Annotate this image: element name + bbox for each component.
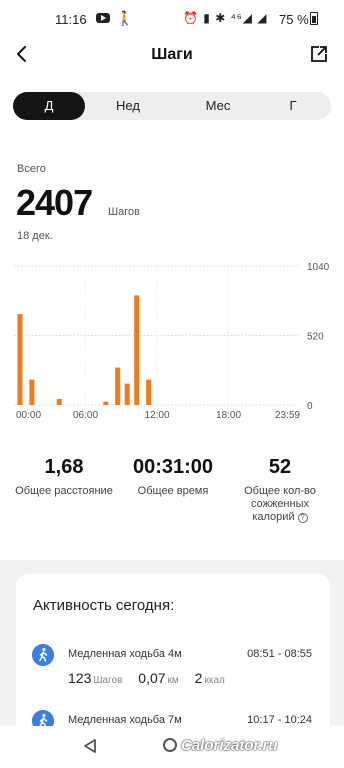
stat-calories-value: 52: [268, 456, 292, 478]
stat-calories-label-line3: калорий: [252, 511, 295, 523]
battery-icon: [310, 12, 318, 25]
stat-calories-label: Общее кол-во сожженных калорий ?: [232, 485, 328, 524]
stat-distance-label: Общее расстояние: [15, 485, 113, 497]
activity-name: Медленная ходьба 4м: [68, 648, 182, 660]
stat-calories: 52 Общее кол-во сожженных калорий ?: [232, 456, 328, 524]
tab-year[interactable]: Г: [278, 92, 308, 120]
stats-row: 1,68 Общее расстояние 00:31:00 Общее вре…: [0, 456, 344, 536]
status-time: 11:16: [55, 12, 87, 27]
x-tick-label: 00:00: [16, 410, 41, 421]
activity-metrics: 123 Шагов 0,07 км 2 ккал: [68, 670, 237, 686]
tab-week[interactable]: Нед: [103, 92, 153, 120]
walking-icon: 🚶: [116, 10, 134, 26]
nav-back-icon[interactable]: [82, 738, 98, 754]
page-title: Шаги: [151, 46, 193, 63]
steps-chart: 1040 520 0 00:00 06:00 12:00 18:00 23:59: [14, 262, 330, 421]
stat-time-label: Общее время: [137, 485, 209, 497]
activity-time-range: 08:51 - 08:55: [247, 648, 312, 660]
summary-date: 18 дек.: [17, 230, 53, 242]
system-nav-bar: Calorizator.ru: [0, 726, 344, 768]
youtube-icon: [96, 13, 110, 23]
x-tick-label: 12:00: [144, 410, 169, 421]
nav-home-icon[interactable]: [163, 738, 177, 752]
tab-month[interactable]: Мес: [193, 92, 243, 120]
activity-distance-unit: км: [167, 675, 179, 686]
y-tick-label: 520: [307, 332, 324, 343]
period-tabs: Д Нед Мес Г: [13, 92, 331, 120]
chart-bar[interactable]: [29, 379, 35, 405]
total-steps: 2407: [16, 182, 93, 223]
stat-distance: 1,68 Общее расстояние: [8, 456, 120, 498]
x-tick-label: 18:00: [216, 410, 241, 421]
chart-bar[interactable]: [146, 379, 152, 405]
activity-item[interactable]: Медленная ходьба 4м 08:51 - 08:55 123 Шаг…: [16, 644, 330, 694]
app-header: Шаги: [0, 38, 344, 74]
steps-unit: Шагов: [108, 206, 140, 218]
activity-steps: 123: [68, 670, 92, 686]
activity-time-range: 10:17 - 10:24: [247, 714, 312, 726]
activity-name: Медленная ходьба 7м: [68, 714, 182, 726]
activity-panel: Активность сегодня: Медленная ходьба 4м …: [0, 560, 344, 754]
info-icon[interactable]: ?: [297, 513, 308, 523]
chart-bar[interactable]: [103, 401, 109, 405]
activity-distance: 0,07: [138, 670, 166, 686]
battery-percent: 75 %: [279, 12, 309, 27]
stat-distance-value: 1,68: [44, 456, 84, 478]
stat-calories-label-line1: Общее кол-во: [244, 485, 316, 497]
chart-bar[interactable]: [115, 367, 121, 405]
y-tick-label: 1040: [307, 262, 330, 273]
y-tick-label: 0: [307, 401, 313, 412]
activity-kcal-unit: ккал: [204, 675, 225, 686]
stat-calories-label-line2: сожженных: [250, 498, 309, 510]
chart-bar[interactable]: [134, 295, 140, 405]
stat-time: 00:31:00 Общее время: [118, 456, 228, 498]
x-tick-label: 23:59: [275, 410, 300, 421]
chart-bar[interactable]: [56, 398, 62, 405]
activity-title: Активность сегодня:: [33, 597, 175, 614]
stat-time-value: 00:31:00: [132, 456, 214, 478]
walking-icon: [32, 644, 54, 666]
share-icon[interactable]: [309, 44, 329, 64]
activity-kcal: 2: [194, 670, 203, 686]
chart-bar[interactable]: [124, 383, 130, 405]
summary-label: Всего: [17, 163, 46, 175]
tab-day[interactable]: Д: [13, 92, 85, 120]
system-icons: ⏰ ▮ ✱ ⁴⁶◢ ◢: [183, 11, 268, 25]
watermark: Calorizator.ru: [181, 737, 278, 754]
status-bar: 11:16 🚶 ⏰ ▮ ✱ ⁴⁶◢ ◢ 75 %: [0, 0, 344, 38]
x-tick-label: 06:00: [73, 410, 98, 421]
activity-steps-unit: Шагов: [93, 675, 123, 686]
chart-bar[interactable]: [17, 314, 23, 405]
